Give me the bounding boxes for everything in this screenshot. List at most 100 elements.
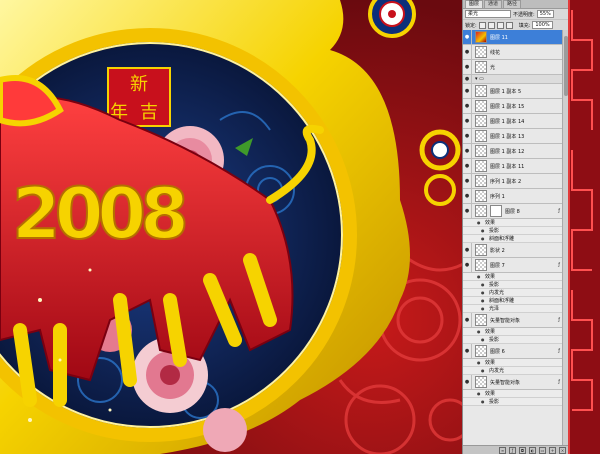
group-row[interactable]: ● ▾ ▭ xyxy=(463,75,563,84)
effect-item[interactable]: ● 内发光 xyxy=(463,289,563,297)
visibility-eye-icon[interactable]: ● xyxy=(463,129,472,143)
layer-name: 图层 1 副本 15 xyxy=(490,103,525,110)
layer-row[interactable]: ● 序列 1 副本 2 xyxy=(463,174,563,189)
fx-icon[interactable]: ƒ xyxy=(558,262,560,268)
effect-item[interactable]: ● 斜面和浮雕 xyxy=(463,235,563,243)
layer-row[interactable]: ● 图层 1 副本 11 xyxy=(463,159,563,174)
visibility-eye-icon[interactable]: ● xyxy=(463,344,472,358)
lock-transparent-icon[interactable] xyxy=(478,21,486,29)
trash-icon[interactable]: × xyxy=(559,446,566,454)
layer-row[interactable]: ● 图层 11 xyxy=(463,30,563,45)
effects-row[interactable]: ● 效果 xyxy=(463,359,563,367)
fx-icon[interactable]: ƒ xyxy=(558,379,560,385)
tab-layers[interactable]: 图层 xyxy=(465,0,484,8)
layer-row[interactable]: ● 图层 1 副本 13 xyxy=(463,129,563,144)
visibility-eye-icon[interactable]: ● xyxy=(463,313,472,327)
effects-row[interactable]: ● 效果 xyxy=(463,273,563,281)
layer-row[interactable]: ● 影状 2 xyxy=(463,243,563,258)
new-layer-icon[interactable]: + xyxy=(549,446,556,454)
layer-row[interactable]: ● 序列 1 xyxy=(463,189,563,204)
visibility-eye-icon[interactable]: ● xyxy=(463,243,472,257)
layer-row[interactable]: ● 图层 1 副本 14 xyxy=(463,114,563,129)
blend-row: 柔光 不透明度: 55% xyxy=(463,9,569,20)
layer-row[interactable]: ● 图层 8 ƒ xyxy=(463,204,563,219)
layer-row[interactable]: ● 图层 1 副本 12 xyxy=(463,144,563,159)
layer-name: 图层 6 xyxy=(490,348,505,355)
effect-item[interactable]: ● 光泽 xyxy=(463,305,563,313)
visibility-eye-icon[interactable]: ● xyxy=(463,60,472,74)
effect-name: 内发光 xyxy=(489,368,505,374)
eye-icon[interactable]: ● xyxy=(481,236,486,241)
eye-icon[interactable]: ● xyxy=(481,337,486,342)
effect-item[interactable]: ● 投影 xyxy=(463,227,563,235)
effect-name: 斜面和浮雕 xyxy=(489,298,515,304)
layer-name: 线花 xyxy=(490,49,501,56)
layer-row[interactable]: ● 线花 xyxy=(463,45,563,60)
eye-icon[interactable]: ● xyxy=(481,399,486,404)
layer-name: 光 xyxy=(490,64,496,71)
folder-icon: ▾ ▭ xyxy=(475,76,484,82)
lock-all-icon[interactable] xyxy=(505,21,513,29)
eye-icon[interactable]: ● xyxy=(477,329,482,334)
eye-icon[interactable]: ● xyxy=(477,360,482,365)
effect-item[interactable]: ● 内发光 xyxy=(463,367,563,375)
tab-paths[interactable]: 路径 xyxy=(503,0,522,8)
add-mask-icon[interactable]: ◘ xyxy=(519,446,526,454)
layer-thumbnail xyxy=(475,46,487,58)
link-layers-icon[interactable]: ∞ xyxy=(499,446,506,454)
eye-icon[interactable]: ● xyxy=(481,306,486,311)
eye-icon[interactable]: ● xyxy=(477,220,482,225)
visibility-eye-icon[interactable]: ● xyxy=(463,75,472,83)
layer-row[interactable]: ● 矢量智能对象 ƒ xyxy=(463,313,563,328)
visibility-eye-icon[interactable]: ● xyxy=(463,174,472,188)
seal-char-2: 吉 xyxy=(140,102,158,123)
visibility-eye-icon[interactable]: ● xyxy=(463,84,472,98)
effect-item[interactable]: ● 投影 xyxy=(463,281,563,289)
layer-row[interactable]: ● 图层 1 副本 15 xyxy=(463,99,563,114)
effects-row[interactable]: ● 效果 xyxy=(463,328,563,336)
eye-icon[interactable]: ● xyxy=(481,298,486,303)
visibility-eye-icon[interactable]: ● xyxy=(463,45,472,59)
effects-row[interactable]: ● 效果 xyxy=(463,390,563,398)
lock-pixels-icon[interactable] xyxy=(487,21,495,29)
visibility-eye-icon[interactable]: ● xyxy=(463,159,472,173)
document-canvas[interactable]: 新 吉 年 2008 xyxy=(0,0,462,454)
effect-item[interactable]: ● 投影 xyxy=(463,398,563,406)
eye-icon[interactable]: ● xyxy=(481,228,486,233)
effects-row[interactable]: ● 效果 xyxy=(463,219,563,227)
lock-position-icon[interactable] xyxy=(496,21,504,29)
layer-row[interactable]: ● 光 xyxy=(463,60,563,75)
eye-icon[interactable]: ● xyxy=(477,391,482,396)
eye-icon[interactable]: ● xyxy=(481,290,486,295)
tab-channels[interactable]: 通道 xyxy=(484,0,503,8)
visibility-eye-icon[interactable]: ● xyxy=(463,204,472,218)
add-style-icon[interactable]: ƒ xyxy=(509,446,516,454)
eye-icon[interactable]: ● xyxy=(477,274,482,279)
opacity-field[interactable]: 55% xyxy=(536,10,554,18)
layer-row[interactable]: ● 图层 7 ƒ xyxy=(463,258,563,273)
layer-thumbnail xyxy=(475,61,487,73)
effect-item[interactable]: ● 投影 xyxy=(463,336,563,344)
layer-row[interactable]: ● 矢量智能对象 ƒ xyxy=(463,375,563,390)
blend-mode-select[interactable]: 柔光 xyxy=(465,10,511,18)
adjustment-layer-icon[interactable]: ◐ xyxy=(529,446,536,454)
fill-field[interactable]: 100% xyxy=(532,21,553,29)
eye-icon[interactable]: ● xyxy=(481,368,486,373)
visibility-eye-icon[interactable]: ● xyxy=(463,99,472,113)
layer-row[interactable]: ● 图层 1 副本 5 xyxy=(463,84,563,99)
layer-row[interactable]: ● 图层 6 ƒ xyxy=(463,344,563,359)
new-group-icon[interactable]: ▭ xyxy=(539,446,546,454)
eye-icon[interactable]: ● xyxy=(481,282,486,287)
visibility-eye-icon[interactable]: ● xyxy=(463,30,472,44)
visibility-eye-icon[interactable]: ● xyxy=(463,144,472,158)
visibility-eye-icon[interactable]: ● xyxy=(463,189,472,203)
visibility-eye-icon[interactable]: ● xyxy=(463,375,472,389)
visibility-eye-icon[interactable]: ● xyxy=(463,258,472,272)
layer-thumbnail xyxy=(475,145,487,157)
fx-icon[interactable]: ƒ xyxy=(558,208,560,214)
visibility-eye-icon[interactable]: ● xyxy=(463,114,472,128)
fx-icon[interactable]: ƒ xyxy=(558,317,560,323)
fx-icon[interactable]: ƒ xyxy=(558,348,560,354)
layer-name: 序列 1 xyxy=(490,193,505,200)
effect-item[interactable]: ● 斜面和浮雕 xyxy=(463,297,563,305)
